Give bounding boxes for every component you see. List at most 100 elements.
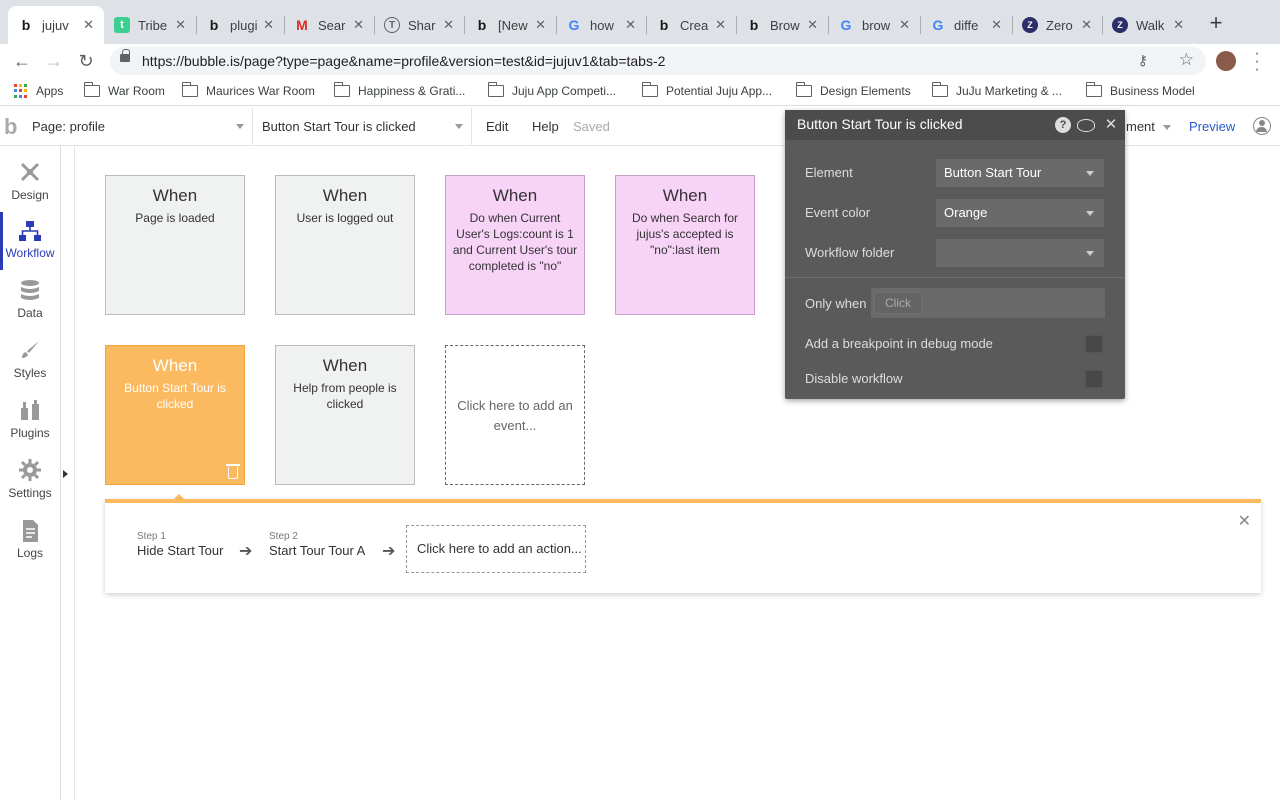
- bubble-icon: b: [749, 17, 759, 33]
- event-card[interactable]: When Page is loaded: [105, 175, 245, 315]
- browser-tab-8[interactable]: b Brow ✕: [736, 8, 828, 42]
- bookmark-folder[interactable]: Business Model: [1085, 82, 1195, 98]
- bookmark-folder[interactable]: Potential Juju App...: [641, 82, 772, 98]
- browser-tab-10[interactable]: G diffe ✕: [920, 8, 1012, 42]
- forward-button[interactable]: →: [42, 49, 66, 73]
- bookmarks-bar: Apps War Room Maurices War Room Happines…: [0, 78, 1280, 106]
- disable-workflow-checkbox[interactable]: [1085, 370, 1103, 388]
- event-when: When: [322, 356, 368, 375]
- profile-avatar[interactable]: [1216, 51, 1236, 71]
- close-icon[interactable]: ✕: [353, 17, 364, 33]
- more-menu-icon[interactable]: · · ·: [1252, 46, 1262, 78]
- browser-tab-3[interactable]: M Sear ✕: [284, 8, 374, 42]
- trash-icon[interactable]: [226, 464, 240, 479]
- sidebar-item-plugins[interactable]: Plugins: [0, 392, 60, 450]
- event-card[interactable]: When User is logged out: [275, 175, 415, 315]
- event-card[interactable]: When Do when Current User's Logs:count i…: [445, 175, 585, 315]
- sidebar-item-label: Data: [17, 306, 43, 320]
- browser-tab-7[interactable]: b Crea ✕: [646, 8, 736, 42]
- sidebar-item-settings[interactable]: Settings: [0, 452, 60, 510]
- sidebar-item-workflow[interactable]: Workflow: [0, 212, 60, 270]
- page-selector-value: Page: profile: [32, 119, 105, 134]
- close-icon[interactable]: ✕: [535, 17, 546, 33]
- close-icon[interactable]: ✕: [807, 17, 818, 33]
- expand-panel-icon[interactable]: [63, 470, 68, 478]
- help-icon[interactable]: ?: [1055, 117, 1071, 133]
- plugins-icon: [21, 400, 39, 420]
- panel-header: Button Start Tour is clicked ? ✕: [785, 110, 1125, 140]
- browser-tab-5[interactable]: b [New ✕: [464, 8, 556, 42]
- key-icon[interactable]: ⚷: [1138, 52, 1148, 69]
- close-icon[interactable]: ✕: [991, 17, 1002, 33]
- sidebar-item-logs[interactable]: Logs: [0, 512, 60, 570]
- browser-tab-12[interactable]: Z Walk ✕: [1102, 8, 1194, 42]
- event-card-selected[interactable]: When Button Start Tour is clicked: [105, 345, 245, 485]
- browser-tab-0[interactable]: b jujuv ✕: [8, 6, 104, 44]
- browser-tab-4[interactable]: T Shar ✕: [374, 8, 464, 42]
- only-when-placeholder[interactable]: Click: [874, 292, 922, 314]
- url-text[interactable]: https://bubble.is/page?type=page&name=pr…: [142, 53, 665, 69]
- user-icon[interactable]: [1253, 117, 1271, 135]
- event-card[interactable]: When Help from people is clicked: [275, 345, 415, 485]
- sidebar-item-design[interactable]: Design: [0, 154, 60, 212]
- event-card[interactable]: When Do when Search for jujus's accepted…: [615, 175, 755, 315]
- close-icon[interactable]: ✕: [1081, 17, 1092, 33]
- gear-icon: [19, 459, 41, 481]
- page-selector[interactable]: Page: profile: [22, 108, 253, 146]
- close-icon[interactable]: ✕: [443, 17, 454, 33]
- browser-tab-11[interactable]: Z Zero ✕: [1012, 8, 1102, 42]
- only-when-label: Only when: [805, 296, 867, 311]
- workflow-folder-dropdown[interactable]: [936, 239, 1104, 267]
- close-icon[interactable]: ✕: [175, 17, 186, 33]
- close-icon[interactable]: ✕: [625, 17, 636, 33]
- help-menu[interactable]: Help: [532, 119, 559, 134]
- close-icon[interactable]: ✕: [263, 17, 274, 33]
- add-event-card[interactable]: Click here to add an event...: [445, 345, 585, 485]
- bookmark-folder[interactable]: Juju App Competi...: [487, 82, 616, 98]
- browser-toolbar: ← → ↻ https://bubble.is/page?type=page&n…: [0, 44, 1280, 78]
- action-step[interactable]: Step 1 Hide Start Tour: [137, 531, 223, 558]
- action-step[interactable]: Step 2 Start Tour Tour A: [269, 531, 365, 558]
- browser-tab-9[interactable]: G brow ✕: [828, 8, 920, 42]
- close-icon[interactable]: ✕: [83, 17, 94, 33]
- event-description: User is logged out: [296, 211, 394, 225]
- browser-tab-1[interactable]: t Tribe ✕: [104, 8, 196, 42]
- event-property-panel: Button Start Tour is clicked ? ✕ Element…: [785, 110, 1125, 399]
- bookmark-folder[interactable]: Design Elements: [795, 82, 911, 98]
- tab-title: Sear: [318, 17, 346, 33]
- only-when-input[interactable]: Click: [871, 288, 1105, 318]
- bubble-logo-icon[interactable]: b: [4, 114, 17, 140]
- address-bar[interactable]: https://bubble.is/page?type=page&name=pr…: [110, 47, 1206, 75]
- close-icon[interactable]: ✕: [1103, 117, 1119, 133]
- close-icon[interactable]: ✕: [1238, 511, 1251, 531]
- add-action-button[interactable]: Click here to add an action...: [406, 525, 586, 573]
- environment-selector[interactable]: ment: [1126, 119, 1171, 134]
- close-icon[interactable]: ✕: [715, 17, 726, 33]
- breakpoint-checkbox[interactable]: [1085, 335, 1103, 353]
- sidebar-item-data[interactable]: Data: [0, 272, 60, 330]
- new-tab-button[interactable]: +: [1204, 12, 1228, 36]
- bookmark-folder[interactable]: Happiness & Grati...: [333, 82, 465, 98]
- close-icon[interactable]: ✕: [1173, 17, 1184, 33]
- preview-button[interactable]: Preview: [1189, 119, 1235, 134]
- browser-tab-6[interactable]: G how ✕: [556, 8, 646, 42]
- bookmark-folder[interactable]: Maurices War Room: [181, 82, 315, 98]
- back-button[interactable]: ←: [10, 49, 34, 73]
- edit-menu[interactable]: Edit: [486, 119, 508, 134]
- panel-divider: [785, 277, 1125, 278]
- reload-button[interactable]: ↻: [74, 49, 98, 73]
- bookmark-folder[interactable]: JuJu Marketing & ...: [931, 82, 1062, 98]
- event-selector[interactable]: Button Start Tour is clicked: [252, 108, 472, 146]
- browser-tab-2[interactable]: b plugi ✕: [196, 8, 284, 42]
- chevron-down-icon: [1086, 171, 1094, 176]
- element-dropdown[interactable]: Button Start Tour: [936, 159, 1104, 187]
- star-icon[interactable]: ☆: [1179, 50, 1194, 70]
- lock-icon: [120, 49, 130, 62]
- close-icon[interactable]: ✕: [899, 17, 910, 33]
- bookmark-folder[interactable]: War Room: [83, 82, 165, 98]
- event-color-dropdown[interactable]: Orange: [936, 199, 1104, 227]
- comment-icon[interactable]: [1077, 119, 1095, 132]
- bookmark-apps[interactable]: Apps: [14, 84, 63, 98]
- folder-icon: [931, 82, 948, 97]
- sidebar-item-styles[interactable]: Styles: [0, 332, 60, 390]
